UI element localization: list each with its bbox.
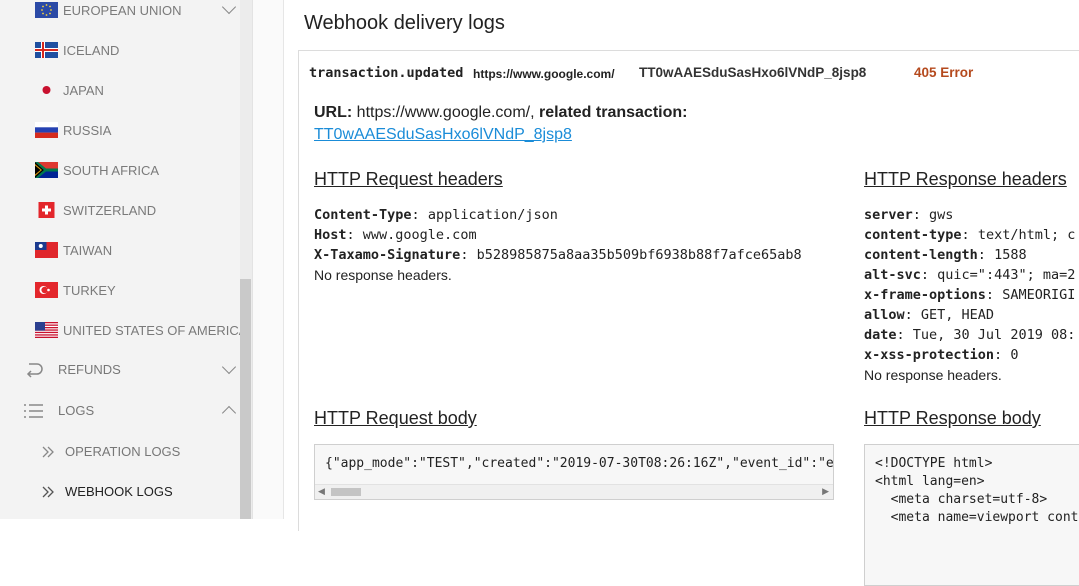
header-row: Content-Type: application/json xyxy=(314,207,558,223)
event-type: transaction.updated xyxy=(309,65,464,81)
sidebar-item-label: JAPAN xyxy=(63,82,104,98)
transaction-link[interactable]: TT0wAAESduSasHxo6lVNdP_8jsp8 xyxy=(314,126,572,144)
usa-flag-icon xyxy=(35,322,58,338)
sidebar-item-webhook-logs[interactable]: WEBHOOK LOGS xyxy=(0,472,240,512)
response-body-text: <!DOCTYPE html> <html lang=en> <meta char… xyxy=(875,456,1079,525)
refund-arrow-icon xyxy=(26,363,43,378)
turkey-flag-icon xyxy=(35,282,58,298)
list-icon xyxy=(24,404,43,418)
sidebar-item-label: WEBHOOK LOGS xyxy=(65,484,173,499)
header-row: content-length: 1588 xyxy=(864,247,1027,263)
header-row: x-frame-options: SAMEORIGI xyxy=(864,287,1076,303)
no-headers-note: No response headers. xyxy=(864,367,1002,383)
sidebar-item-label: UNITED STATES OF AMERICA xyxy=(63,322,248,338)
log-entry-card: transaction.updated https://www.google.c… xyxy=(298,50,1079,586)
south-africa-flag-icon xyxy=(35,162,58,178)
russia-flag-icon xyxy=(35,122,58,138)
sidebar-item-south-africa[interactable]: SOUTH AFRICA xyxy=(0,150,240,190)
header-row: X-Taxamo-Signature: b528985875a8aa35b509… xyxy=(314,247,802,263)
sidebar-item-refunds[interactable]: REFUNDS xyxy=(0,350,240,390)
main-content: Webhook delivery logs transaction.update… xyxy=(284,0,1079,586)
request-headers-title: HTTP Request headers xyxy=(314,169,503,189)
horizontal-scrollbar[interactable]: ◀ ▶ xyxy=(315,484,833,499)
request-body-text: {"app_mode":"TEST","created":"2019-07-30… xyxy=(325,456,834,471)
sidebar-item-turkey[interactable]: TURKEY xyxy=(0,270,240,310)
page-title: Webhook delivery logs xyxy=(304,12,505,34)
sidebar-item-logs[interactable]: LOGS xyxy=(0,391,240,431)
status-badge: 405 Error xyxy=(914,65,974,80)
webhook-url: https://www.google.com/ xyxy=(473,67,615,81)
sidebar: EUROPEAN UNION ICELAND JAPAN RUSSIA SOUT… xyxy=(0,0,252,519)
request-body-box[interactable]: {"app_mode":"TEST","created":"2019-07-30… xyxy=(314,444,834,500)
double-chevron-right-icon xyxy=(42,486,54,498)
sidebar-item-label: SOUTH AFRICA xyxy=(63,162,160,178)
response-headers-list: server: gws content-type: text/html; c c… xyxy=(864,205,1075,385)
sidebar-item-label: EUROPEAN UNION xyxy=(63,2,182,18)
sidebar-item-usa[interactable]: UNITED STATES OF AMERICA xyxy=(0,310,247,350)
scroll-left-icon[interactable]: ◀ xyxy=(318,486,325,497)
gutter xyxy=(253,0,283,519)
sidebar-item-label: RUSSIA xyxy=(63,122,112,138)
request-body-title: HTTP Request body xyxy=(314,408,477,428)
sidebar-item-label: TAIWAN xyxy=(63,242,113,258)
url-value: https://www.google.com/, xyxy=(356,104,535,121)
taiwan-flag-icon xyxy=(35,242,58,258)
sidebar-item-taiwan[interactable]: TAIWAN xyxy=(0,230,240,270)
switzerland-flag-icon xyxy=(38,202,55,218)
scrollbar-thumb[interactable] xyxy=(331,488,361,496)
sidebar-item-label: REFUNDS xyxy=(58,362,121,377)
sidebar-item-japan[interactable]: JAPAN xyxy=(0,70,240,110)
sidebar-item-label: TURKEY xyxy=(63,282,116,298)
sidebar-scrollbar-thumb[interactable] xyxy=(240,279,251,519)
header-row: server: gws xyxy=(864,207,954,223)
double-chevron-right-icon xyxy=(42,446,54,458)
sidebar-item-switzerland[interactable]: SWITZERLAND xyxy=(0,190,240,230)
sidebar-item-operation-logs[interactable]: OPERATION LOGS xyxy=(0,432,240,472)
sidebar-item-iceland[interactable]: ICELAND xyxy=(0,30,240,70)
header-row: x-xss-protection: 0 xyxy=(864,347,1019,363)
header-row: date: Tue, 30 Jul 2019 08: xyxy=(864,327,1076,343)
sidebar-item-label: OPERATION LOGS xyxy=(65,444,181,459)
url-line: URL: https://www.google.com/, related tr… xyxy=(314,104,687,122)
japan-flag-icon xyxy=(35,82,58,98)
transaction-id: TT0wAAESduSasHxo6lVNdP_8jsp8 xyxy=(639,65,867,80)
chevron-up-icon[interactable] xyxy=(221,405,237,421)
request-headers-list: Content-Type: application/json Host: www… xyxy=(314,205,802,285)
header-row: allow: GET, HEAD xyxy=(864,307,995,323)
sidebar-item-european-union[interactable]: EUROPEAN UNION xyxy=(0,0,240,30)
response-body-box[interactable]: <!DOCTYPE html> <html lang=en> <meta char… xyxy=(864,444,1079,586)
sidebar-item-label: LOGS xyxy=(58,403,95,418)
chevron-down-icon[interactable] xyxy=(221,0,237,15)
sidebar-item-label: ICELAND xyxy=(63,42,120,58)
header-row: alt-svc: quic=":443"; ma=2 xyxy=(864,267,1076,283)
scroll-right-icon[interactable]: ▶ xyxy=(822,486,829,497)
eu-flag-icon xyxy=(35,2,58,18)
iceland-flag-icon xyxy=(35,42,58,58)
related-transaction-label: related transaction: xyxy=(538,104,688,121)
sidebar-item-label: SWITZERLAND xyxy=(63,202,157,218)
header-row: Host: www.google.com xyxy=(314,227,477,243)
url-label: URL: xyxy=(314,104,353,121)
chevron-down-icon[interactable] xyxy=(221,359,237,375)
header-row: content-type: text/html; c xyxy=(864,227,1076,243)
response-headers-title: HTTP Response headers xyxy=(864,169,1067,189)
sidebar-item-russia[interactable]: RUSSIA xyxy=(0,110,240,150)
no-headers-note: No response headers. xyxy=(314,267,452,283)
response-body-title: HTTP Response body xyxy=(864,408,1041,428)
